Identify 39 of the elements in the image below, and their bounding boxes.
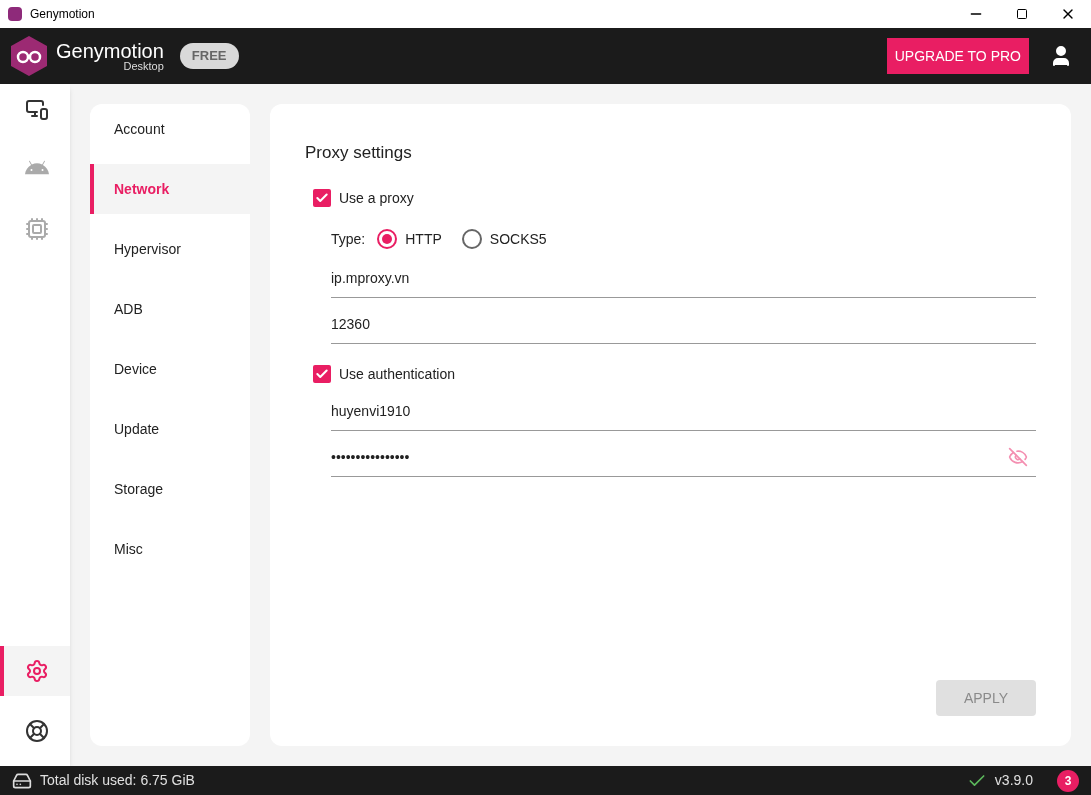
maximize-icon[interactable] <box>1016 8 1028 20</box>
checkbox[interactable] <box>313 365 331 383</box>
password-field[interactable]: •••••••••••••••• <box>331 438 1008 476</box>
username-field[interactable]: huyenvi1910 <box>331 392 1036 430</box>
notification-badge[interactable]: 3 <box>1057 769 1079 792</box>
settings-nav-item[interactable]: Storage <box>90 464 250 514</box>
lifebuoy-icon <box>25 719 49 743</box>
upgrade-button[interactable]: UPGRADE TO PRO <box>886 38 1029 74</box>
settings-nav-item[interactable]: Hypervisor <box>90 224 250 274</box>
settings-nav-item[interactable]: Network <box>90 164 250 214</box>
settings-icon <box>25 659 49 683</box>
radio-button[interactable] <box>461 229 482 249</box>
disk-usage: Total disk used: 6.75 GiB <box>40 771 195 790</box>
plan-badge: FREE <box>179 43 239 69</box>
version-label: v3.9.0 <box>994 771 1033 790</box>
brand-subtitle: Desktop <box>123 60 164 72</box>
section-title: Proxy settings <box>305 142 413 164</box>
settings-nav-item[interactable]: Update <box>90 404 250 454</box>
app-logo-icon <box>8 7 22 21</box>
devices-icon <box>25 97 49 121</box>
settings-nav-item[interactable]: ADB <box>90 284 250 334</box>
window-title: Genymotion <box>30 6 95 23</box>
port-field[interactable]: 12360 <box>331 305 1036 343</box>
checkbox[interactable] <box>313 189 331 207</box>
chip-icon <box>25 217 49 241</box>
radio-button[interactable] <box>377 229 398 249</box>
brand-name: Genymotion <box>56 40 164 61</box>
genymotion-logo-icon <box>10 35 48 77</box>
type-label: Type: <box>331 229 366 249</box>
checkbox-label: Use authentication <box>339 364 455 384</box>
settings-nav-item[interactable]: Device <box>90 344 250 394</box>
settings-nav-item[interactable]: Account <box>90 104 250 154</box>
checkbox-label: Use a proxy <box>339 188 414 208</box>
host-field[interactable]: ip.mproxy.vn <box>331 259 1036 297</box>
checkmark-icon <box>315 191 329 205</box>
radio-label: SOCKS5 <box>489 229 547 249</box>
settings-nav-item[interactable]: Misc <box>90 524 250 574</box>
checkmark-icon <box>315 367 329 381</box>
radio-label: HTTP <box>405 229 442 249</box>
